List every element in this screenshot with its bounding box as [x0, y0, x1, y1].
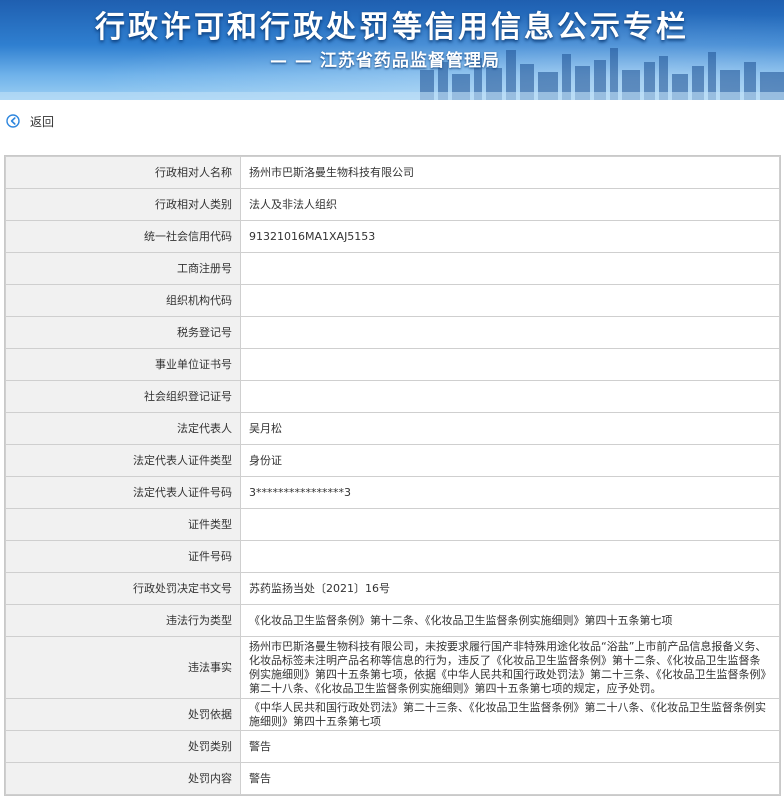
field-value: 警告	[240, 730, 780, 763]
circle-arrow-left-icon[interactable]	[6, 114, 20, 128]
record-table: 行政相对人名称 扬州市巴斯洛曼生物科技有限公司 行政相对人类别 法人及非法人组织 统一社…	[5, 156, 780, 795]
back-bar: 返回	[0, 100, 784, 142]
record-row: 税务登记号	[5, 316, 780, 349]
field-label: 行政相对人名称	[5, 156, 241, 189]
field-value: 法人及非法人组织	[240, 188, 780, 221]
field-value: 3****************3	[240, 476, 780, 509]
field-label: 违法行为类型	[5, 604, 241, 637]
field-value	[240, 284, 780, 317]
field-value: 身份证	[240, 444, 780, 477]
field-value	[240, 380, 780, 413]
field-value: 《化妆品卫生监督条例》第十二条、《化妆品卫生监督条例实施细则》第四十五条第七项	[240, 604, 780, 637]
record-row: 法定代表人证件号码 3****************3	[5, 476, 780, 509]
field-label: 税务登记号	[5, 316, 241, 349]
field-value: 扬州市巴斯洛曼生物科技有限公司	[240, 156, 780, 189]
field-label: 统一社会信用代码	[5, 220, 241, 253]
record-row: 统一社会信用代码 91321016MA1XAJ5153	[5, 220, 780, 253]
record-panel: 行政相对人名称 扬州市巴斯洛曼生物科技有限公司 行政相对人类别 法人及非法人组织 统一社…	[4, 155, 781, 796]
field-label: 法定代表人证件类型	[5, 444, 241, 477]
record-row: 处罚内容 警告	[5, 762, 780, 795]
field-value	[240, 252, 780, 285]
record-row: 证件号码	[5, 540, 780, 573]
field-label: 违法事实	[5, 636, 241, 699]
field-label: 社会组织登记证号	[5, 380, 241, 413]
record-row: 法定代表人 吴月松	[5, 412, 780, 445]
page-title: 行政许可和行政处罚等信用信息公示专栏	[95, 10, 689, 45]
record-row: 证件类型	[5, 508, 780, 541]
field-label: 行政处罚决定书文号	[5, 572, 241, 605]
field-value: 警告	[240, 762, 780, 795]
field-value	[240, 316, 780, 349]
record-row: 处罚依据 《中华人民共和国行政处罚法》第二十三条、《化妆品卫生监督条例》第二十八条…	[5, 698, 780, 731]
record-row: 法定代表人证件类型 身份证	[5, 444, 780, 477]
field-value: 吴月松	[240, 412, 780, 445]
header-banner: 行政许可和行政处罚等信用信息公示专栏 — — 江苏省药品监督管理局	[0, 0, 784, 100]
field-label: 工商注册号	[5, 252, 241, 285]
field-label: 处罚依据	[5, 698, 241, 731]
record-row: 处罚类别 警告	[5, 730, 780, 763]
field-label: 组织机构代码	[5, 284, 241, 317]
field-value: 《中华人民共和国行政处罚法》第二十三条、《化妆品卫生监督条例》第二十八条、《化妆…	[240, 698, 780, 731]
field-value: 苏药监扬当处〔2021〕16号	[240, 572, 780, 605]
field-label: 处罚内容	[5, 762, 241, 795]
field-value	[240, 540, 780, 573]
field-value	[240, 348, 780, 381]
field-label: 证件类型	[5, 508, 241, 541]
field-value: 91321016MA1XAJ5153	[240, 220, 780, 253]
record-row: 违法事实 扬州市巴斯洛曼生物科技有限公司，未按要求履行国产非特殊用途化妆品“浴盐”…	[5, 636, 780, 699]
field-label: 法定代表人证件号码	[5, 476, 241, 509]
field-label: 事业单位证书号	[5, 348, 241, 381]
agency-subtitle: — — 江苏省药品监督管理局	[270, 51, 500, 71]
back-link[interactable]: 返回	[30, 113, 54, 130]
field-label: 证件号码	[5, 540, 241, 573]
record-row: 工商注册号	[5, 252, 780, 285]
record-row: 行政相对人类别 法人及非法人组织	[5, 188, 780, 221]
field-label: 行政相对人类别	[5, 188, 241, 221]
field-label: 处罚类别	[5, 730, 241, 763]
record-row: 事业单位证书号	[5, 348, 780, 381]
field-value: 扬州市巴斯洛曼生物科技有限公司，未按要求履行国产非特殊用途化妆品“浴盐”上市前产…	[240, 636, 780, 699]
record-row: 组织机构代码	[5, 284, 780, 317]
record-row: 社会组织登记证号	[5, 380, 780, 413]
field-label: 法定代表人	[5, 412, 241, 445]
field-value	[240, 508, 780, 541]
record-row: 违法行为类型 《化妆品卫生监督条例》第十二条、《化妆品卫生监督条例实施细则》第四十…	[5, 604, 780, 637]
record-row: 行政相对人名称 扬州市巴斯洛曼生物科技有限公司	[5, 156, 780, 189]
record-row: 行政处罚决定书文号 苏药监扬当处〔2021〕16号	[5, 572, 780, 605]
